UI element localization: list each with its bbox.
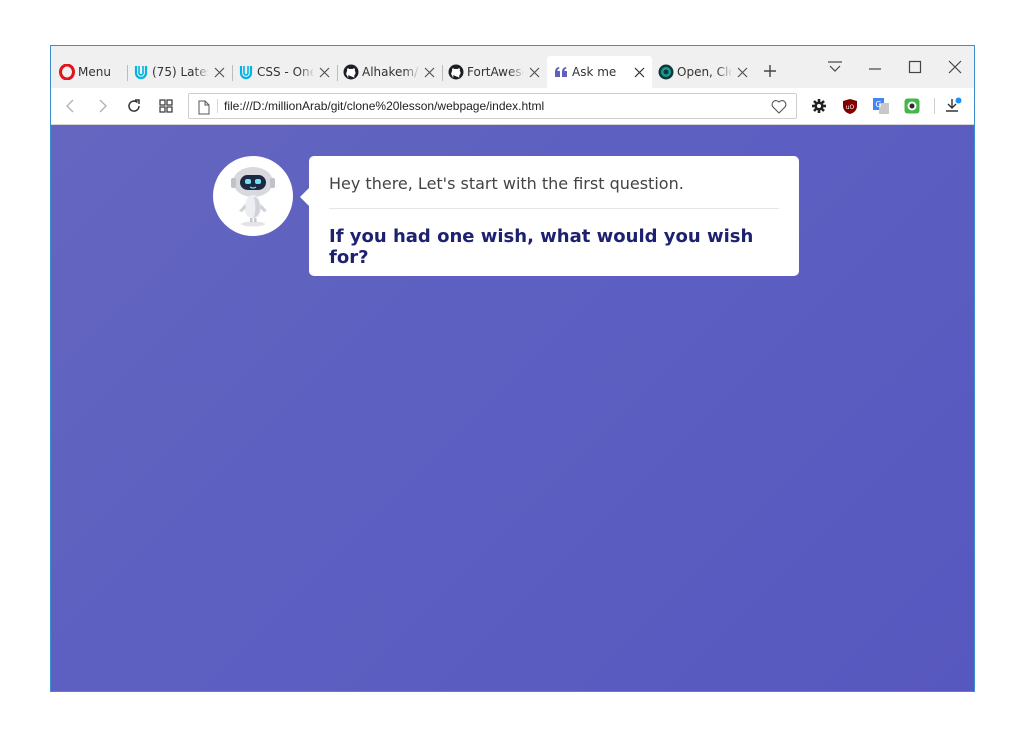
address-text[interactable]: file:///D:/millionArab/git/clone%20lesso… [224, 99, 544, 113]
tab-github-fortawesome[interactable]: FortAweso [442, 56, 547, 88]
tab-fade [299, 62, 315, 82]
tab-fade [194, 62, 210, 82]
speed-dial-icon[interactable] [155, 95, 177, 117]
tab-separator [442, 65, 443, 81]
tab-fade [509, 62, 525, 82]
close-tab-icon[interactable] [422, 65, 436, 79]
reload-button[interactable] [123, 95, 145, 117]
quote-icon [553, 64, 569, 80]
browser-window: Menu (75) Lates CSS - One Alhakem/ FortA… [50, 45, 975, 692]
tab-fade [404, 62, 420, 82]
tab-github-alhakem[interactable]: Alhakem/ [337, 56, 442, 88]
close-tab-icon[interactable] [735, 65, 749, 79]
udacity-icon [238, 64, 254, 80]
github-icon [343, 64, 359, 80]
github-icon [448, 64, 464, 80]
google-translate-icon[interactable]: G [871, 96, 891, 116]
tab-strip: Menu (75) Lates CSS - One Alhakem/ FortA… [55, 56, 755, 88]
page-icon [197, 99, 211, 115]
navigation-bar: file:///D:/millionArab/git/clone%20lesso… [51, 88, 974, 125]
settings-gear-icon[interactable] [809, 96, 829, 116]
maximize-button[interactable] [897, 54, 933, 80]
toolbar-separator [934, 98, 935, 114]
tab-fade [717, 62, 733, 82]
minimize-button[interactable] [857, 54, 893, 80]
close-window-button[interactable] [937, 54, 973, 80]
tab-separator [337, 65, 338, 81]
bot-avatar [213, 156, 293, 236]
globe-icon [658, 64, 674, 80]
chat-bubble: Hey there, Let's start with the first qu… [300, 156, 799, 276]
menu-label: Menu [78, 65, 111, 79]
download-icon[interactable] [943, 96, 963, 116]
close-tab-icon[interactable] [317, 65, 331, 79]
address-separator [217, 99, 218, 113]
tab-bar: Menu (75) Lates CSS - One Alhakem/ FortA… [51, 46, 974, 88]
page-content: Hey there, Let's start with the first qu… [51, 125, 974, 691]
opera-logo-icon [59, 64, 75, 80]
question-text: If you had one wish, what would you wish… [329, 226, 754, 268]
tab-separator [232, 65, 233, 81]
tab-udacity-latest[interactable]: (75) Lates [127, 56, 232, 88]
close-tab-icon[interactable] [212, 65, 226, 79]
udacity-icon [133, 64, 149, 80]
back-button[interactable] [60, 95, 82, 117]
robot-icon [231, 167, 275, 227]
close-tab-icon[interactable] [632, 65, 646, 79]
tab-ask-me[interactable]: Ask me [547, 56, 652, 88]
heart-icon[interactable] [770, 97, 788, 115]
address-bar[interactable]: file:///D:/millionArab/git/clone%20lesso… [188, 93, 797, 119]
tab-udacity-css[interactable]: CSS - One [232, 56, 337, 88]
close-tab-icon[interactable] [527, 65, 541, 79]
forward-button[interactable] [91, 95, 113, 117]
new-tab-button[interactable] [759, 60, 781, 82]
tab-menu-button[interactable] [817, 54, 853, 80]
tab-separator [127, 65, 128, 81]
tab-label: Ask me [572, 65, 617, 79]
opera-menu-button[interactable]: Menu [55, 56, 127, 88]
svg-text:uO: uO [846, 104, 855, 111]
extension-green-icon[interactable] [902, 96, 922, 116]
tab-open-close[interactable]: Open, Clo [652, 56, 755, 88]
bubble-divider [329, 208, 779, 209]
ublock-icon[interactable]: uO [840, 96, 860, 116]
greeting-text: Hey there, Let's start with the first qu… [329, 174, 684, 193]
svg-text:G: G [875, 100, 881, 109]
